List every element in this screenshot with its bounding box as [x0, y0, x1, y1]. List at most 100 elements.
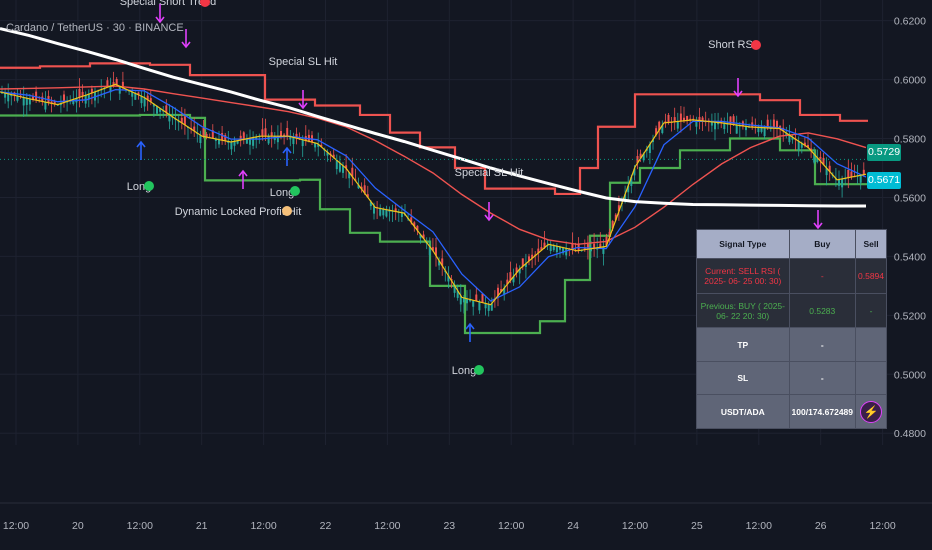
- table-header-row: Signal Type Buy Sell: [696, 228, 887, 260]
- long-signal-dot: [474, 365, 484, 375]
- table-row: Current: SELL RSI ( 2025- 06- 25 00: 30)…: [696, 258, 887, 294]
- table-cell: 0.5894: [855, 258, 887, 294]
- candle-body: [35, 91, 38, 101]
- table-cell: 100/174.672489: [788, 394, 857, 429]
- table-cell: -: [788, 360, 857, 396]
- signal-label: Short RSI: [708, 39, 756, 51]
- x-tick-label: 20: [72, 520, 84, 532]
- y-tick-label: 0.5200: [894, 310, 926, 322]
- candle-body: [478, 301, 481, 311]
- x-tick-label: 12:00: [374, 520, 400, 532]
- candle-body: [847, 169, 850, 178]
- candle-body: [78, 89, 81, 98]
- table-row: USDT/ADA 100/174.672489 ⚡: [696, 394, 887, 429]
- candle-body: [44, 102, 47, 110]
- table-row: TP -: [696, 327, 887, 362]
- candle-body: [475, 294, 478, 302]
- lightning-icon: ⚡: [860, 400, 882, 423]
- candle-body: [280, 131, 282, 137]
- candle-body: [183, 116, 186, 125]
- candle-body: [676, 121, 679, 129]
- candle-body: [481, 293, 484, 303]
- candle-body: [242, 132, 245, 140]
- candle-body: [134, 93, 137, 100]
- long-signal-dot: [290, 186, 300, 196]
- x-tick-label: 23: [443, 520, 455, 532]
- candle-body: [472, 300, 475, 307]
- candle-body: [385, 209, 388, 217]
- candle-body: [862, 169, 865, 175]
- candle-body: [859, 175, 862, 183]
- time-axis: 12:00 20 12:00 21 12:00 22 12:00 23 12:00 24 12:00…: [3, 520, 896, 532]
- candle-body: [143, 97, 146, 107]
- x-tick-label: 12:00: [3, 520, 29, 532]
- candle-body: [667, 114, 670, 123]
- x-tick-label: 24: [567, 520, 579, 532]
- table-cell: USDT/ADA: [696, 394, 790, 429]
- candle-body: [679, 113, 682, 122]
- table-cell: [855, 360, 887, 396]
- chart-title: Cardano / TetherUS · 30 · BINANCE: [6, 22, 184, 34]
- ma-price-badge: 0.5671: [867, 172, 901, 189]
- x-tick-label: 12:00: [498, 520, 524, 532]
- x-tick-label: 12:00: [250, 520, 276, 532]
- signal-table: Signal Type Buy Sell Current: SELL RSI (…: [696, 228, 887, 429]
- candle-body: [286, 127, 289, 137]
- long-signal-dot: [144, 181, 154, 191]
- candle-body: [841, 178, 844, 188]
- candle-body: [487, 304, 490, 311]
- x-tick-label: 22: [320, 520, 332, 532]
- signal-label: Long: [452, 365, 476, 377]
- table-row: SL -: [696, 360, 887, 396]
- y-tick-label: 0.5000: [894, 369, 926, 381]
- x-tick-label: 25: [691, 520, 703, 532]
- y-tick-label: 0.6000: [894, 75, 926, 87]
- candle-body: [549, 244, 552, 252]
- candle-body: [757, 127, 760, 133]
- table-header: Buy: [788, 228, 857, 260]
- candle-body: [140, 96, 143, 104]
- candle-body: [673, 117, 676, 122]
- table-cell: [855, 327, 887, 362]
- candle-body: [763, 127, 766, 137]
- table-cell: Current: SELL RSI ( 2025- 06- 25 00: 30): [696, 258, 790, 294]
- table-cell: -: [788, 258, 857, 294]
- candle-body: [735, 125, 738, 134]
- candle-body: [202, 127, 205, 137]
- table-row: Previous: BUY ( 2025- 06- 22 20: 30) 0.5…: [696, 292, 887, 329]
- x-tick-label: 12:00: [746, 520, 772, 532]
- short-signal-dot: [751, 40, 761, 50]
- x-tick-label: 21: [196, 520, 208, 532]
- table-header: Sell: [855, 228, 887, 260]
- y-tick-label: 0.6200: [894, 16, 926, 28]
- last-price-badge: 0.5729: [867, 144, 901, 161]
- candle-body: [760, 127, 763, 132]
- table-cell: SL: [696, 360, 790, 396]
- candle-body: [267, 136, 270, 144]
- table-cell: TP: [696, 327, 790, 362]
- x-tick-label: 12:00: [869, 520, 895, 532]
- candle-body: [292, 137, 295, 145]
- candle-body: [838, 179, 840, 186]
- profit-coin-icon: [282, 206, 292, 216]
- x-tick-label: 12:00: [622, 520, 648, 532]
- table-cell: -: [855, 292, 887, 329]
- candle-body: [555, 246, 558, 253]
- candle-body: [25, 98, 28, 105]
- table-cell: Previous: BUY ( 2025- 06- 22 20: 30): [696, 292, 790, 329]
- table-cell: 0.5283: [788, 292, 857, 329]
- candle-body: [270, 132, 273, 137]
- candle-body: [230, 141, 233, 150]
- candle-body: [261, 129, 264, 137]
- candle-body: [797, 141, 800, 151]
- y-tick-label: 0.5400: [894, 251, 926, 263]
- candle-body: [7, 93, 10, 102]
- candle-body: [850, 171, 853, 178]
- x-tick-label: 12:00: [127, 520, 153, 532]
- table-header: Signal Type: [696, 228, 790, 260]
- candle-body: [379, 208, 382, 216]
- y-tick-label: 0.5600: [894, 192, 926, 204]
- candle-body: [22, 97, 25, 106]
- table-cell: ⚡: [855, 394, 887, 429]
- table-cell: -: [788, 327, 857, 362]
